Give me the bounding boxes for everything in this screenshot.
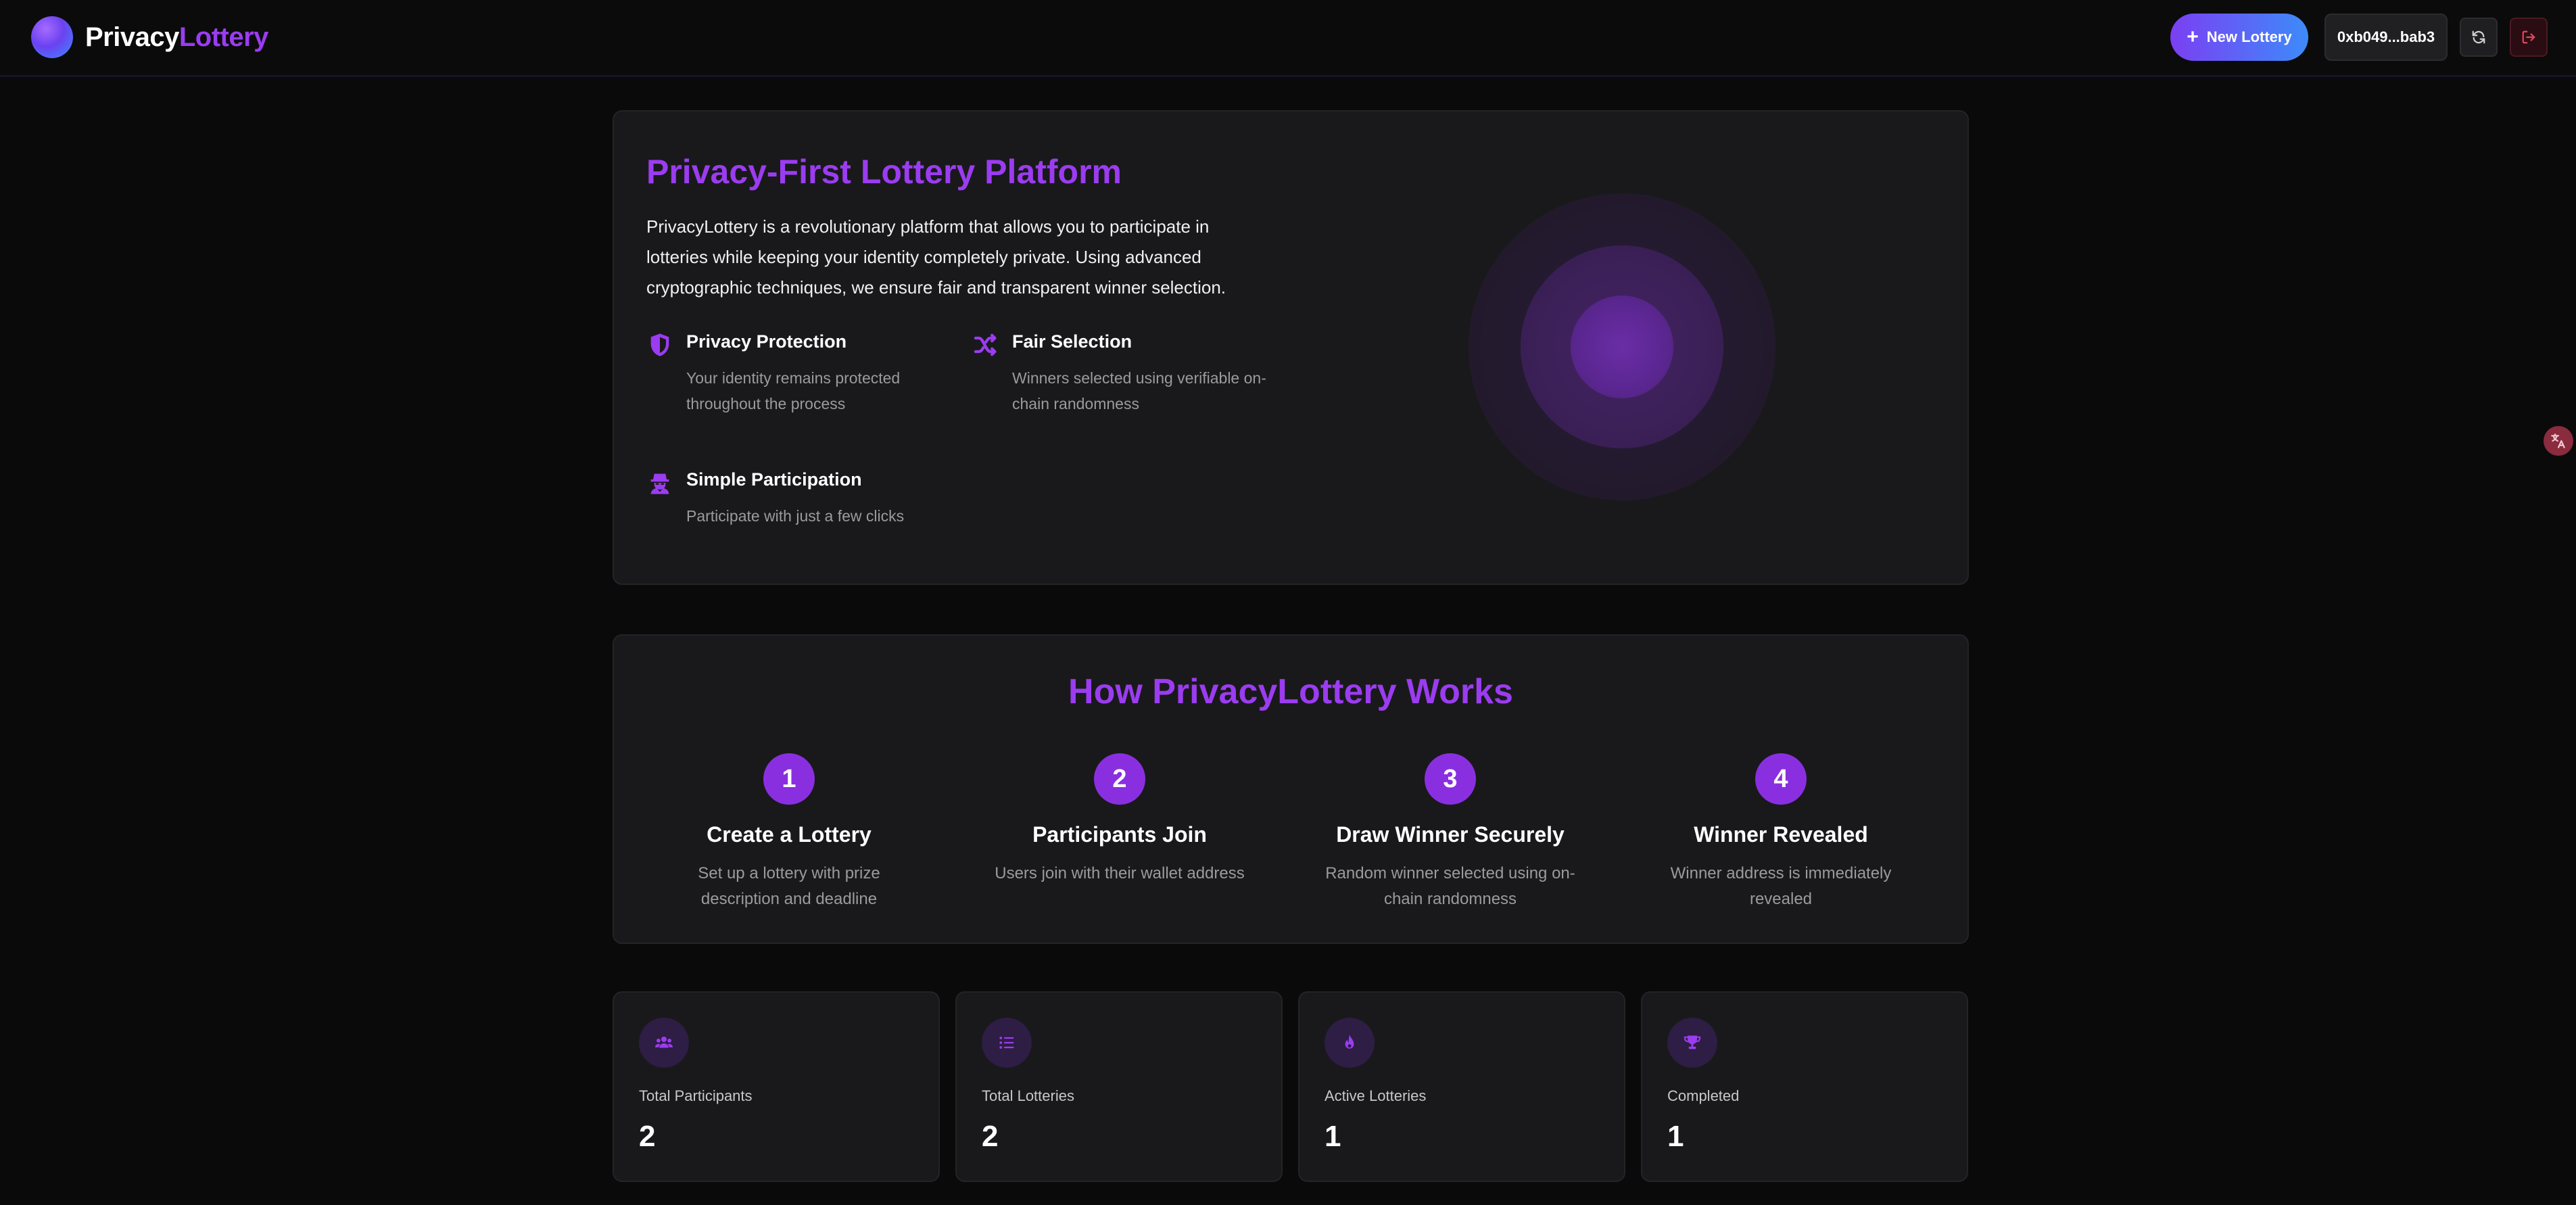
- step-title: Winner Revealed: [1694, 822, 1868, 847]
- brand[interactable]: PrivacyLottery: [31, 16, 268, 58]
- wallet-address: 0xb049...bab3: [2337, 28, 2435, 45]
- feature-title: Simple Participation: [686, 469, 862, 490]
- feature-title: Fair Selection: [1012, 331, 1132, 352]
- brand-name: PrivacyLottery: [85, 22, 268, 53]
- stat-label: Total Lotteries: [982, 1087, 1074, 1104]
- refresh-button[interactable]: [2460, 18, 2498, 57]
- stat-card-active-lotteries: Active Lotteries 1: [1298, 991, 1625, 1182]
- translate-widget-button[interactable]: [2544, 426, 2573, 456]
- brand-name-privacy: Privacy: [85, 22, 179, 52]
- stat-value: 2: [639, 1120, 656, 1153]
- step-winner-revealed: 4 Winner Revealed Winner address is imme…: [1625, 753, 1936, 912]
- new-lottery-label: New Lottery: [2206, 28, 2292, 45]
- stat-value: 2: [982, 1120, 999, 1153]
- trophy-icon: [1684, 1035, 1701, 1049]
- step-create-lottery: 1 Create a Lottery Set up a lottery with…: [634, 753, 945, 912]
- step-description: Random winner selected using on-chain ra…: [1325, 864, 1575, 908]
- how-it-works-card: How PrivacyLottery Works 1 Create a Lott…: [613, 634, 1969, 944]
- stat-label: Total Participants: [639, 1087, 753, 1104]
- wallet-address-button[interactable]: 0xb049...bab3: [2324, 14, 2448, 61]
- list-icon: [999, 1037, 1014, 1049]
- plus-icon: +: [2187, 26, 2199, 48]
- user-secret-icon: [650, 473, 669, 494]
- fire-icon: [1345, 1035, 1354, 1049]
- decorative-orb: [1469, 193, 1775, 500]
- step-number: 3: [1425, 753, 1476, 805]
- stat-card-total-lotteries: Total Lotteries 2: [955, 991, 1283, 1182]
- stat-icon-wrapper: [1667, 1018, 1717, 1068]
- users-icon: [654, 1037, 673, 1048]
- feature-description: Winners selected using verifiable on-cha…: [1012, 369, 1266, 412]
- feature-description: Participate with just a few clicks: [686, 507, 905, 525]
- step-description: Winner address is immediately revealed: [1670, 864, 1892, 908]
- step-description: Set up a lottery with prize description …: [698, 864, 880, 908]
- translate-icon: [2551, 433, 2565, 448]
- step-number: 2: [1094, 753, 1145, 805]
- logout-button[interactable]: [2510, 18, 2548, 57]
- decorative-orb-middle-ring: [1521, 245, 1723, 448]
- new-lottery-button[interactable]: + New Lottery: [2170, 14, 2308, 61]
- feature-description: Your identity remains protected througho…: [686, 369, 901, 412]
- brand-name-lottery: Lottery: [178, 22, 269, 52]
- stat-value: 1: [1667, 1120, 1684, 1153]
- hero-title: Privacy-First Lottery Platform: [646, 153, 1122, 191]
- shuffle-icon: [974, 333, 997, 356]
- stat-icon-wrapper: [982, 1018, 1032, 1068]
- step-participants-join: 2 Participants Join Users join with thei…: [964, 753, 1275, 887]
- stat-value: 1: [1325, 1120, 1341, 1153]
- stat-label: Active Lotteries: [1325, 1087, 1427, 1104]
- step-description: Users join with their wallet address: [995, 864, 1245, 882]
- brand-logo: [31, 16, 73, 58]
- stat-card-completed: Completed 1: [1641, 991, 1968, 1182]
- top-navbar: PrivacyLottery + New Lottery 0xb049...ba…: [0, 0, 2576, 77]
- stat-icon-wrapper: [1325, 1018, 1375, 1068]
- hero-description: PrivacyLottery is a revolutionary platfo…: [646, 216, 1226, 298]
- step-number: 1: [763, 753, 815, 805]
- step-draw-winner: 3 Draw Winner Securely Random winner sel…: [1295, 753, 1606, 912]
- step-title: Draw Winner Securely: [1336, 822, 1565, 847]
- stat-card-total-participants: Total Participants 2: [613, 991, 940, 1182]
- feature-title: Privacy Protection: [686, 331, 847, 352]
- step-title: Participants Join: [1032, 822, 1207, 847]
- shield-icon: [650, 333, 669, 356]
- stat-icon-wrapper: [639, 1018, 689, 1068]
- decorative-orb-core: [1571, 296, 1673, 398]
- step-title: Create a Lottery: [707, 822, 872, 847]
- step-number: 4: [1755, 753, 1807, 805]
- how-it-works-title: How PrivacyLottery Works: [1068, 672, 1513, 711]
- logout-icon: [2522, 30, 2535, 44]
- hero-card: Privacy-First Lottery Platform PrivacyLo…: [613, 110, 1969, 585]
- stat-label: Completed: [1667, 1087, 1740, 1104]
- refresh-icon: [2472, 30, 2485, 44]
